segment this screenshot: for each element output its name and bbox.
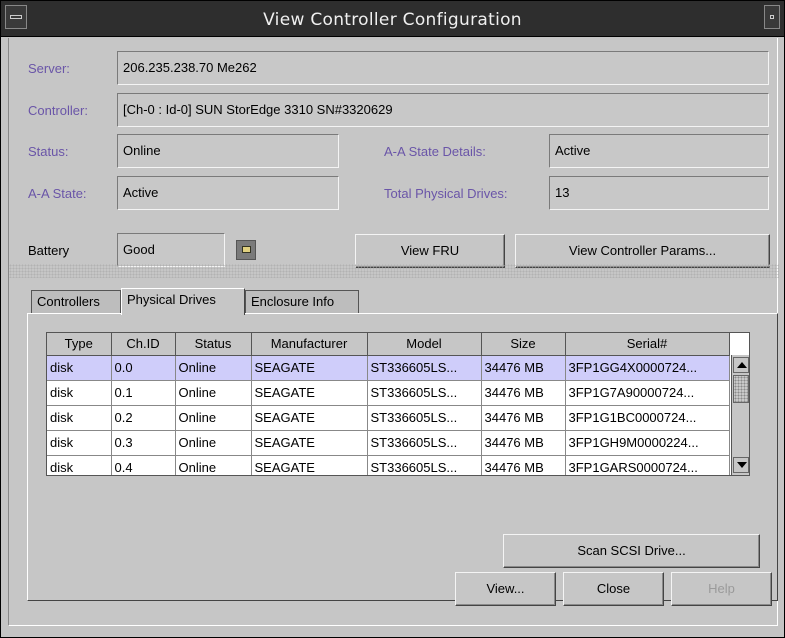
table-cell: 0.1 [111, 380, 176, 406]
column-header[interactable]: Ch.ID [111, 333, 176, 356]
total-drives-label: Total Physical Drives: [384, 186, 508, 201]
table-cell: 3FP1GH9M0000224... [565, 430, 730, 456]
aa-state-field: Active [117, 176, 339, 210]
table-cell: Online [175, 380, 252, 406]
status-label: Status: [28, 144, 69, 159]
table-cell: 0.3 [111, 430, 176, 456]
controller-label: Controller: [28, 103, 88, 118]
dialog-body: Server: 206.235.238.70 Me262 Controller:… [8, 38, 779, 626]
total-drives-field: 13 [549, 176, 769, 210]
column-header[interactable]: Model [367, 333, 482, 356]
table-cell: disk [47, 455, 112, 475]
view-label: View... [486, 581, 525, 596]
drives-table-container: Type Ch.ID Status Manufacturer Model Size Seri… [46, 332, 750, 476]
table-row[interactable]: disk 0.1 Online SEAGATE ST336605LS... 34476 M… [47, 380, 730, 406]
table-cell: 3FP1G7A90000724... [565, 380, 730, 406]
tab-enclosure-info[interactable]: Enclosure Info [245, 290, 359, 314]
table-cell: disk [47, 380, 112, 406]
tab-physical-drives[interactable]: Physical Drives [121, 288, 245, 315]
view-controller-params-button[interactable]: View Controller Params... [515, 234, 770, 268]
aa-state-details-field: Active [549, 134, 769, 168]
table-row[interactable]: disk 0.2 Online SEAGATE ST336605LS... 34476 M… [47, 405, 730, 431]
table-cell: ST336605LS... [367, 430, 482, 456]
drives-table: Type Ch.ID Status Manufacturer Model Size Seri… [47, 333, 730, 475]
dialog-window: View Controller Configuration Server: 20… [0, 0, 785, 638]
table-cell: ST336605LS... [367, 380, 482, 406]
arrow-up-icon [737, 362, 747, 368]
maximize-icon [770, 15, 774, 19]
battery-label: Battery [28, 243, 70, 258]
table-cell: 3FP1G1BC0000724... [565, 405, 730, 431]
table-cell: SEAGATE [251, 355, 368, 381]
table-cell: SEAGATE [251, 455, 368, 475]
aa-state-details-label: A-A State Details: [384, 144, 486, 159]
scroll-up-button[interactable] [733, 357, 749, 373]
table-cell: 34476 MB [481, 380, 566, 406]
table-row[interactable]: disk 0.3 Online SEAGATE ST336605LS... 34476 M… [47, 430, 730, 456]
close-label: Close [596, 581, 631, 596]
table-cell: disk [47, 405, 112, 431]
table-cell: 3FP1GARS0000724... [565, 455, 730, 475]
arrow-down-icon [737, 462, 747, 468]
physical-drives-panel: Type Ch.ID Status Manufacturer Model Size Seri… [27, 313, 778, 601]
table-cell: 0.4 [111, 455, 176, 475]
view-fru-label: View FRU [400, 243, 460, 258]
table-cell: 0.0 [111, 355, 176, 381]
scan-scsi-drive-label: Scan SCSI Drive... [577, 543, 686, 558]
table-row[interactable]: disk 0.4 Online SEAGATE ST336605LS... 34476 M… [47, 455, 730, 475]
table-cell: ST336605LS... [367, 355, 482, 381]
help-label: Help [708, 581, 735, 596]
scan-scsi-drive-button[interactable]: Scan SCSI Drive... [503, 534, 760, 568]
battery-icon [236, 240, 256, 260]
table-cell: Online [175, 355, 252, 381]
scroll-down-button[interactable] [733, 457, 749, 473]
column-header[interactable]: Serial# [565, 333, 730, 356]
scroll-thumb[interactable] [733, 375, 749, 403]
table-cell: Online [175, 455, 252, 475]
table-header-row: Type Ch.ID Status Manufacturer Model Size Seri… [47, 333, 730, 356]
close-button[interactable]: Close [563, 572, 664, 606]
controller-field: [Ch-0 : Id-0] SUN StorEdge 3310 SN#33206… [117, 93, 769, 127]
window-title: View Controller Configuration [263, 10, 522, 30]
status-field: Online [117, 134, 339, 168]
table-cell: 34476 MB [481, 430, 566, 456]
view-button[interactable]: View... [455, 572, 556, 606]
table-cell: 0.2 [111, 405, 176, 431]
table-cell: 3FP1GG4X0000724... [565, 355, 730, 381]
aa-state-label: A-A State: [28, 186, 87, 201]
server-label: Server: [28, 61, 70, 76]
table-cell: SEAGATE [251, 430, 368, 456]
view-controller-params-label: View Controller Params... [568, 243, 717, 258]
table-cell: ST336605LS... [367, 455, 482, 475]
table-cell: SEAGATE [251, 380, 368, 406]
separator-band [9, 264, 779, 278]
table-cell: SEAGATE [251, 405, 368, 431]
table-cell: Online [175, 430, 252, 456]
table-cell: disk [47, 355, 112, 381]
table-cell: 34476 MB [481, 355, 566, 381]
tab-controllers[interactable]: Controllers [31, 290, 121, 314]
column-header[interactable]: Manufacturer [251, 333, 368, 356]
table-cell: 34476 MB [481, 455, 566, 475]
plug-icon [242, 246, 251, 253]
help-button[interactable]: Help [671, 572, 772, 606]
table-cell: ST336605LS... [367, 405, 482, 431]
maximize-button[interactable] [764, 5, 780, 29]
server-field: 206.235.238.70 Me262 [117, 51, 769, 85]
table-cell: disk [47, 430, 112, 456]
column-header[interactable]: Size [481, 333, 566, 356]
table-cell: Online [175, 405, 252, 431]
table-scrollbar[interactable] [731, 355, 749, 475]
table-cell: 34476 MB [481, 405, 566, 431]
title-bar[interactable]: View Controller Configuration [1, 1, 784, 37]
column-header[interactable]: Status [175, 333, 252, 356]
column-header[interactable]: Type [47, 333, 112, 356]
battery-field: Good [117, 233, 225, 267]
table-row[interactable]: disk 0.0 Online SEAGATE ST336605LS... 34476 M… [47, 355, 730, 381]
view-fru-button[interactable]: View FRU [355, 234, 505, 268]
